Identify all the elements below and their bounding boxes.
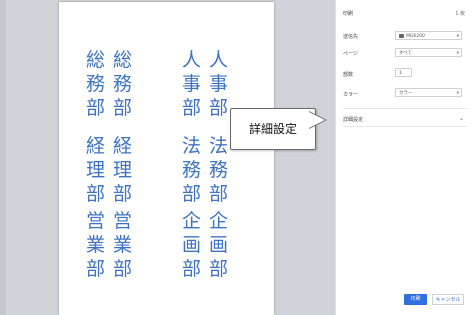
chevron-down-icon: ▾ (456, 51, 459, 56)
preview-char: 業 (113, 234, 133, 256)
preview-page: 総務部 総務部 人事部 人事部 経理部 経理部 法務部 法務部 営業部 営業部 … (59, 2, 274, 315)
preview-text-column: 総務部 (113, 48, 132, 120)
preview-char: 企 (209, 210, 229, 232)
preview-char: 人 (182, 49, 202, 71)
preview-char: 部 (209, 97, 229, 119)
preview-text-column: 人事部 (209, 48, 228, 120)
destination-select[interactable]: MG6200 ▾ (395, 31, 462, 40)
cancel-button[interactable]: キャンセル (432, 294, 464, 305)
preview-char: 部 (113, 258, 133, 280)
preview-char: 企 (182, 210, 202, 232)
preview-char: 法 (209, 135, 229, 157)
preview-char: 経 (86, 135, 106, 157)
copies-input[interactable]: 1 (395, 68, 412, 77)
callout-pointer-fill (309, 112, 325, 128)
preview-char: 総 (86, 49, 106, 71)
preview-char: 務 (209, 159, 229, 181)
pages-value: すべて (399, 51, 413, 56)
preview-char: 部 (86, 258, 106, 280)
preview-char: 務 (113, 73, 133, 95)
preview-char: 画 (209, 234, 229, 256)
destination-label: 送信先 (343, 34, 359, 40)
preview-text-column: 営業部 (113, 209, 132, 281)
preview-char: 部 (86, 183, 106, 205)
pages-select[interactable]: すべて ▾ (395, 48, 462, 57)
destination-value: MG6200 (406, 34, 425, 39)
preview-text-column: 経理部 (86, 134, 105, 206)
preview-text-column: 企画部 (209, 209, 228, 281)
pages-label: ページ (343, 51, 358, 57)
preview-text-column: 営業部 (86, 209, 105, 281)
preview-char: 事 (182, 73, 202, 95)
printer-icon (399, 33, 404, 38)
preview-text-column: 法務部 (209, 134, 228, 206)
panel-title: 印刷 (343, 11, 354, 17)
copies-value: 1 (399, 71, 402, 76)
preview-char: 事 (209, 73, 229, 95)
preview-char: 部 (86, 97, 106, 119)
preview-char: 部 (182, 258, 202, 280)
color-label: カラー (343, 92, 359, 98)
color-value: カラー (399, 91, 413, 96)
print-button[interactable]: 印刷 (404, 294, 427, 305)
divider (343, 126, 467, 127)
preview-text-column: 人事部 (182, 48, 201, 120)
preview-char: 業 (86, 234, 106, 256)
preview-char: 経 (113, 135, 133, 157)
advanced-settings-toggle[interactable]: 詳細設定 (343, 116, 363, 123)
preview-char: 務 (86, 73, 106, 95)
preview-char: 部 (182, 97, 202, 119)
preview-char: 人 (209, 49, 229, 71)
preview-char: 部 (209, 258, 229, 280)
print-settings-panel: 印刷 1 枚 送信先 MG6200 ▾ ページ すべて ▾ 部数 1 カラー カ… (335, 0, 474, 315)
copies-label: 部数 (343, 72, 354, 78)
preview-char: 営 (86, 210, 106, 232)
preview-char: 務 (182, 159, 202, 181)
preview-char: 部 (113, 183, 133, 205)
preview-text-column: 総務部 (86, 48, 105, 120)
chevron-down-icon: ▾ (456, 91, 459, 96)
preview-char: 総 (113, 49, 133, 71)
preview-char: 営 (113, 210, 133, 232)
advanced-settings-callout: 詳細設定 (230, 108, 316, 150)
preview-char: 部 (182, 183, 202, 205)
callout-text: 詳細設定 (248, 122, 297, 136)
preview-text-column: 企画部 (182, 209, 201, 281)
preview-char: 画 (182, 234, 202, 256)
chevron-down-icon: ▾ (456, 34, 459, 39)
preview-char: 部 (209, 183, 229, 205)
preview-text-column: 経理部 (113, 134, 132, 206)
preview-text-column: 法務部 (182, 134, 201, 206)
preview-char: 理 (113, 159, 133, 181)
preview-char: 法 (182, 135, 202, 157)
chevron-down-icon[interactable]: ⌄ (459, 115, 464, 122)
color-select[interactable]: カラー ▾ (395, 88, 462, 97)
sheet-count: 1 枚 (455, 11, 465, 17)
window-edge (0, 0, 6, 315)
preview-char: 部 (113, 97, 133, 119)
divider (343, 108, 467, 109)
preview-char: 理 (86, 159, 106, 181)
